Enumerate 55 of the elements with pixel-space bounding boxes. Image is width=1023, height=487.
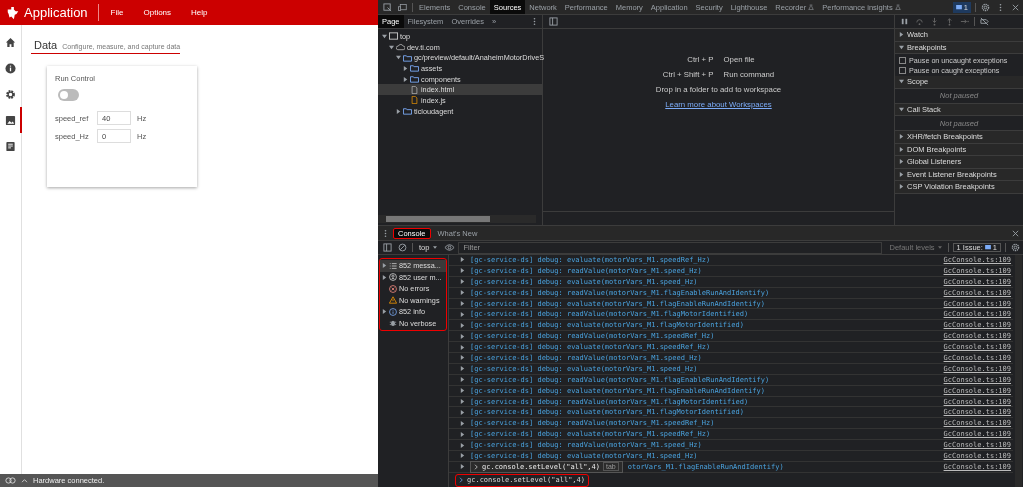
- checkbox[interactable]: [899, 56, 906, 64]
- logo-icon: [6, 5, 20, 20]
- collapsed-arrow-icon[interactable]: [899, 32, 904, 38]
- device-icon[interactable]: [398, 2, 407, 12]
- menu-item[interactable]: Options: [143, 8, 172, 17]
- caret-up-icon[interactable]: [21, 478, 28, 483]
- menu-item[interactable]: File: [110, 8, 124, 17]
- link-icon: [5, 477, 16, 484]
- settings-icon[interactable]: [1011, 243, 1020, 252]
- folder-icon: [403, 107, 412, 116]
- settings-icon: [4, 88, 16, 100]
- close-icon[interactable]: [1011, 2, 1020, 12]
- clear-icon[interactable]: [398, 243, 407, 252]
- settings-icon[interactable]: [981, 2, 990, 12]
- caret-icon: [433, 246, 438, 249]
- step-out-icon[interactable]: [945, 17, 954, 26]
- caret-icon: [937, 246, 942, 249]
- collapsed-arrow-icon[interactable]: [382, 309, 387, 315]
- collapsed-arrow-icon[interactable]: [396, 108, 401, 114]
- inspect-icon[interactable]: [383, 2, 392, 12]
- info-icon: [389, 307, 397, 316]
- checkbox[interactable]: [899, 66, 906, 74]
- expanded-arrow-icon[interactable]: [899, 79, 904, 85]
- image-icon: [4, 114, 16, 126]
- eye-icon[interactable]: [444, 243, 456, 252]
- close-icon[interactable]: [1011, 228, 1020, 238]
- sidebar-toggle-icon[interactable]: [383, 243, 392, 252]
- bug-icon: [389, 319, 397, 328]
- prompt-icon: [474, 463, 479, 470]
- vertical-scrollbar[interactable]: [1015, 255, 1022, 487]
- error-icon: [389, 284, 397, 293]
- home-icon: [4, 36, 16, 48]
- warning-icon: [389, 296, 397, 305]
- sidebar-toggle-icon[interactable]: [549, 17, 558, 26]
- frame-icon: [389, 32, 398, 41]
- user-icon: [389, 273, 397, 282]
- deactivate-breakpoints-icon[interactable]: [980, 17, 989, 26]
- cloud-icon: [396, 43, 405, 52]
- message-icon: [955, 4, 962, 10]
- prompt-icon: [459, 477, 464, 484]
- menu-item[interactable]: Help: [191, 8, 208, 17]
- pause-icon[interactable]: [900, 17, 909, 26]
- toggle-switch[interactable]: [58, 89, 79, 101]
- expanded-arrow-icon[interactable]: [899, 106, 904, 112]
- collapsed-arrow-icon[interactable]: [899, 184, 904, 190]
- horizontal-scrollbar[interactable]: [378, 215, 536, 223]
- document-icon: [4, 140, 16, 152]
- expanded-arrow-icon[interactable]: [899, 44, 904, 50]
- step-into-icon[interactable]: [930, 17, 939, 26]
- page-title: Data: [34, 39, 58, 51]
- app-title: Application: [24, 5, 88, 20]
- list-icon: [389, 261, 397, 270]
- message-icon: [984, 245, 991, 250]
- step-icon[interactable]: [960, 17, 969, 26]
- info-icon: [4, 62, 16, 74]
